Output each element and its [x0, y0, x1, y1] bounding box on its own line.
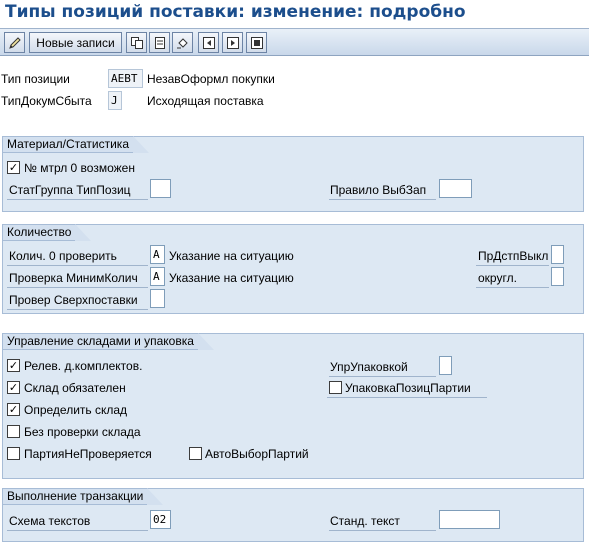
check-overdelivery-field[interactable] — [150, 289, 165, 308]
auto-batch-label: АвтоВыборПартий — [205, 447, 309, 461]
selection-rule-label: Правило ВыбЗап — [330, 183, 427, 197]
relevant-picking-label: Релев. д.комплектов. — [24, 359, 143, 373]
detail-screen: Тип позиции AEBT НезавОформл покупки Тип… — [0, 56, 589, 549]
pack-batch-items-checkbox[interactable] — [329, 381, 342, 394]
auto-batch-checkbox[interactable] — [189, 447, 202, 460]
item-type-label: Тип позиции — [1, 72, 70, 86]
packing-control-label: УпрУпаковкой — [330, 360, 408, 374]
display-change-icon[interactable] — [4, 32, 25, 53]
application-toolbar: Новые записи — [0, 28, 589, 56]
standard-text-label: Станд. текст — [330, 514, 400, 528]
rounding-label: округл. — [478, 271, 517, 285]
item-type-description: НезавОформл покупки — [147, 72, 275, 86]
undo-change-icon[interactable] — [172, 32, 193, 53]
transaction-flow-title: Выполнение транзакции — [2, 488, 164, 505]
select-block-icon[interactable] — [246, 32, 267, 53]
relevant-picking-checkbox[interactable]: ✓ — [7, 359, 20, 372]
no-storage-check-checkbox[interactable] — [7, 425, 20, 438]
determine-storage-label: Определить склад — [24, 403, 128, 417]
previous-entry-icon[interactable] — [198, 32, 219, 53]
quantity-title: Количество — [2, 224, 93, 241]
stat-group-label: СтатГруппа ТипПозиц — [9, 183, 131, 197]
new-entries-label: Новые записи — [36, 35, 115, 50]
determine-storage-checkbox[interactable]: ✓ — [7, 403, 20, 416]
check-qty0-label: Колич. 0 проверить — [9, 249, 117, 263]
standard-text-field[interactable] — [439, 510, 500, 529]
sales-doc-type-field: J — [108, 91, 122, 110]
check-min-qty-field[interactable]: A — [150, 267, 165, 286]
mtrl0-allowed-label: № мтрл 0 возможен — [24, 161, 135, 175]
selection-rule-field[interactable] — [439, 179, 472, 198]
check-min-qty-description: Указание на ситуацию — [169, 271, 294, 285]
next-entry-icon[interactable] — [222, 32, 243, 53]
copy-icon[interactable] — [126, 32, 147, 53]
mtrl0-allowed-checkbox[interactable]: ✓ — [7, 161, 20, 174]
pack-batch-items-label: УпаковкаПозицПартии — [345, 381, 471, 395]
page-title: Типы позиций поставки: изменение: подроб… — [0, 0, 589, 28]
transaction-flow-group: Выполнение транзакции Схема текстов 02 С… — [2, 488, 584, 542]
text-scheme-label: Схема текстов — [9, 514, 91, 528]
no-storage-check-label: Без проверки склада — [24, 425, 141, 439]
delete-icon[interactable] — [149, 32, 170, 53]
item-type-field: AEBT — [108, 69, 143, 88]
pr-dst-label: ПрДстпВыкл — [478, 249, 549, 263]
material-statistics-title: Материал/Статистика — [2, 136, 149, 153]
new-entries-button[interactable]: Новые записи — [29, 32, 122, 53]
stat-group-field[interactable] — [150, 179, 171, 198]
pr-dst-field[interactable] — [551, 245, 564, 264]
text-scheme-field[interactable]: 02 — [150, 510, 171, 529]
rounding-field[interactable] — [551, 267, 564, 286]
batch-no-check-checkbox[interactable] — [7, 447, 20, 460]
storage-required-checkbox[interactable]: ✓ — [7, 381, 20, 394]
check-qty0-field[interactable]: A — [150, 245, 165, 264]
packing-control-field[interactable] — [439, 356, 452, 375]
storage-required-label: Склад обязателен — [24, 381, 126, 395]
quantity-group: Количество Колич. 0 проверить A Указание… — [2, 224, 584, 314]
check-qty0-description: Указание на ситуацию — [169, 249, 294, 263]
warehouse-packing-group: Управление складами и упаковка ✓ Релев. … — [2, 333, 584, 479]
material-statistics-group: Материал/Статистика ✓ № мтрл 0 возможен … — [2, 136, 584, 212]
sales-doc-type-label: ТипДокумСбыта — [1, 94, 92, 108]
check-min-qty-label: Проверка МинимКолич — [9, 271, 138, 285]
check-overdelivery-label: Провер Сверхпоставки — [9, 293, 138, 307]
warehouse-packing-title: Управление складами и упаковка — [2, 333, 214, 350]
batch-no-check-label: ПартияНеПроверяется — [24, 447, 152, 461]
sales-doc-type-description: Исходящая поставка — [147, 94, 264, 108]
